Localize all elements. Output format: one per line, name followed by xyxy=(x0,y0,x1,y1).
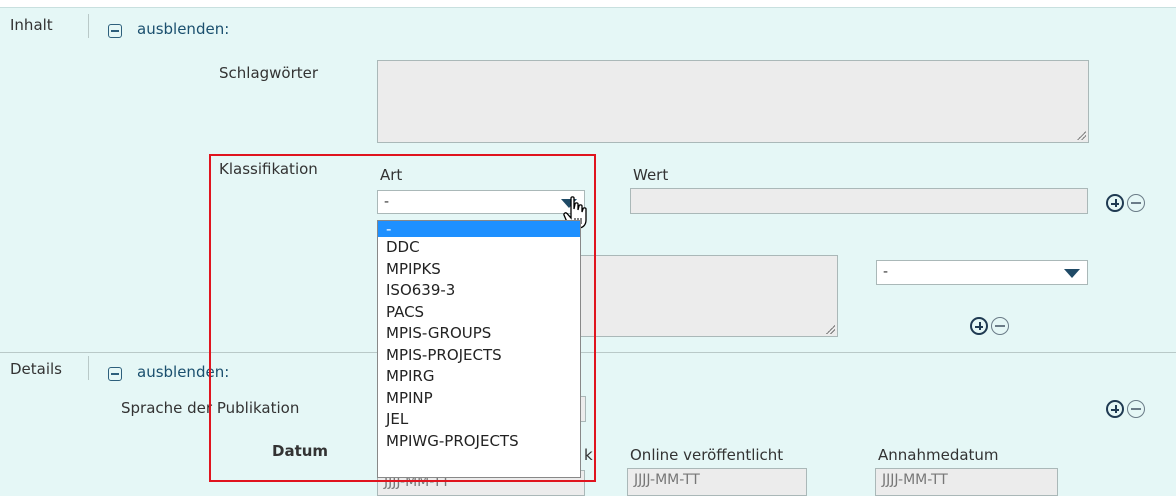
add-icon[interactable] xyxy=(970,317,988,335)
second-select-value: - xyxy=(883,264,889,280)
classification-value-input[interactable] xyxy=(630,188,1088,214)
online-published-label: Online veröffentlicht xyxy=(630,446,784,464)
remove-icon[interactable] xyxy=(991,317,1009,335)
dropdown-option[interactable]: ISO639-3 xyxy=(378,280,580,302)
toggle-details-link[interactable]: ausblenden: xyxy=(137,363,229,381)
section-label-inhalt: Inhalt xyxy=(10,16,53,34)
dropdown-option[interactable]: JEL xyxy=(378,409,580,431)
date-placeholder: JJJJ-MM-TT xyxy=(882,472,948,488)
classification-type-dropdown-list[interactable]: - DDC MPIPKS ISO639-3 PACS MPIS-GROUPS M… xyxy=(377,220,581,478)
classification-label: Klassifikation xyxy=(219,160,318,178)
type-label: Art xyxy=(380,166,403,184)
toggle-inhalt-link[interactable]: ausblenden: xyxy=(137,20,229,38)
online-date-input[interactable]: JJJJ-MM-TT xyxy=(627,468,807,496)
second-textarea[interactable] xyxy=(578,255,838,337)
select-value: - xyxy=(384,194,390,210)
keywords-textarea[interactable] xyxy=(377,60,1089,143)
dropdown-option[interactable]: MPINP xyxy=(378,388,580,410)
collapse-icon[interactable] xyxy=(108,367,122,381)
add-remove-controls xyxy=(970,317,1009,335)
second-select[interactable]: - xyxy=(876,260,1088,285)
remove-icon[interactable] xyxy=(1127,194,1145,212)
dropdown-option[interactable]: MPIPKS xyxy=(378,259,580,281)
dropdown-option[interactable]: DDC xyxy=(378,237,580,259)
dropdown-option[interactable]: MPIS-GROUPS xyxy=(378,323,580,345)
acceptance-date-label: Annahmedatum xyxy=(878,446,999,464)
divider xyxy=(88,14,89,38)
add-icon[interactable] xyxy=(1106,194,1124,212)
dropdown-option[interactable]: - xyxy=(378,221,580,237)
value-label: Wert xyxy=(633,166,669,184)
add-icon[interactable] xyxy=(1106,400,1124,418)
section-divider xyxy=(0,352,1176,353)
classification-type-select[interactable]: - xyxy=(377,190,585,214)
keywords-label: Schlagwörter xyxy=(219,64,319,82)
language-label: Sprache der Publikation xyxy=(121,399,300,417)
dropdown-option[interactable]: MPIRG xyxy=(378,366,580,388)
dropdown-option[interactable]: MPIS-PROJECTS xyxy=(378,345,580,367)
collapse-icon[interactable] xyxy=(108,24,122,38)
dropdown-option[interactable]: PACS xyxy=(378,302,580,324)
add-remove-controls xyxy=(1106,400,1145,418)
resize-grip-icon[interactable] xyxy=(825,324,835,334)
divider xyxy=(88,356,89,380)
section-label-details: Details xyxy=(10,360,63,378)
dropdown-option[interactable]: MPIWG-PROJECTS xyxy=(378,431,580,453)
resize-grip-icon[interactable] xyxy=(1076,130,1086,140)
remove-icon[interactable] xyxy=(1127,400,1145,418)
chevron-down-icon[interactable] xyxy=(1064,269,1080,278)
acceptance-date-input[interactable]: JJJJ-MM-TT xyxy=(875,468,1058,496)
date-placeholder: JJJJ-MM-TT xyxy=(634,472,700,488)
add-remove-controls xyxy=(1106,194,1145,212)
date-label: Datum xyxy=(272,442,329,460)
date-field-label-partial: k xyxy=(584,446,593,464)
